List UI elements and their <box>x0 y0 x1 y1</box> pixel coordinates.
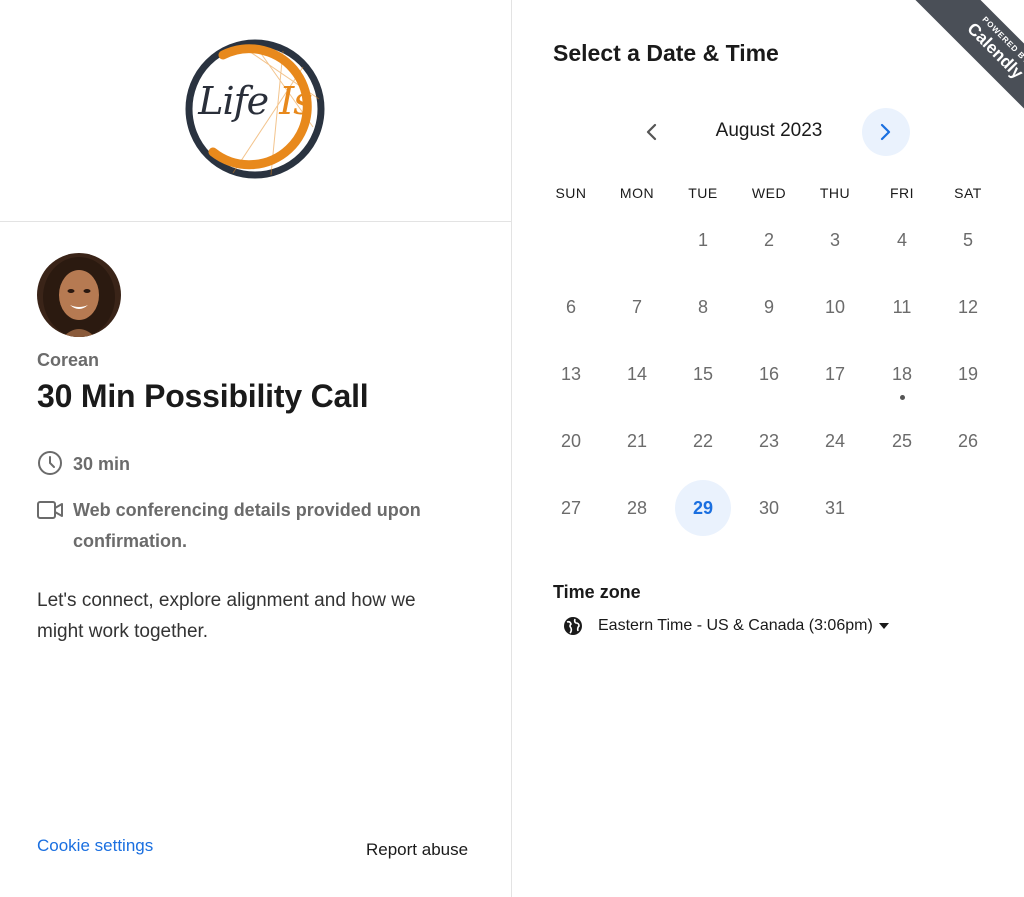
timezone-label: Time zone <box>553 582 641 602</box>
clock-icon <box>37 450 63 476</box>
weekday-label: WED <box>751 185 787 201</box>
calendar-day: 3 <box>829 229 840 250</box>
chevron-left-icon <box>646 123 657 141</box>
conferencing-row: Web conferencing details provided upon c… <box>37 495 477 557</box>
today-indicator-dot <box>899 395 905 400</box>
calendar-day: 16 <box>758 363 780 384</box>
booking-card: Life Is Corean 30 Min Possibility Call 3… <box>0 0 1024 897</box>
calendar-day: 21 <box>626 430 648 451</box>
host-name: Corean <box>37 350 100 370</box>
calendar-day: 7 <box>631 296 642 317</box>
calendar-day: 24 <box>824 430 846 451</box>
conferencing-text: Web conferencing details provided upon c… <box>73 500 421 551</box>
weekday-label: THU <box>819 185 851 201</box>
calendar-day: 5 <box>962 229 973 250</box>
calendar-day: 22 <box>692 430 714 451</box>
calendar-day: 30 <box>758 497 780 518</box>
calendar-day: 18 <box>891 363 913 384</box>
calendar-day: 10 <box>824 296 846 317</box>
video-camera-icon <box>37 497 63 523</box>
logo-word-life: Life <box>198 79 269 123</box>
globe-icon <box>563 616 583 636</box>
calendar-day: 25 <box>891 430 913 451</box>
calendar-day: 15 <box>692 363 714 384</box>
calendar-day: 2 <box>763 229 774 250</box>
calendar-day: 31 <box>824 497 846 518</box>
calendar-day: 9 <box>763 296 774 317</box>
calendar-day: 6 <box>565 296 576 317</box>
calendar-day: 1 <box>697 229 708 250</box>
event-details-panel: Life Is Corean 30 Min Possibility Call 3… <box>0 0 512 897</box>
scheduler-heading: Select a Date & Time <box>553 40 779 66</box>
calendar-day: 27 <box>560 497 582 518</box>
chevron-right-icon <box>880 123 891 141</box>
calendar-day: 26 <box>957 430 979 451</box>
host-avatar <box>37 253 121 337</box>
calendar-day: 23 <box>758 430 780 451</box>
calendar-day: 28 <box>626 497 648 518</box>
duration-text: 30 min <box>73 454 131 474</box>
weekday-label: TUE <box>688 185 718 201</box>
calendar-day-selected[interactable]: 29 <box>675 480 731 536</box>
brand-logo: Life Is <box>183 37 327 181</box>
event-description: Let's connect, explore alignment and how… <box>37 590 416 642</box>
weekday-label: FRI <box>889 185 915 201</box>
duration-row: 30 min <box>37 450 130 478</box>
weekday-label: SAT <box>954 185 982 201</box>
scheduler-panel: Select a Date & Time August 2023 Time zo… <box>512 0 1024 897</box>
calendar-day: 14 <box>626 363 648 384</box>
timezone-value: Eastern Time - US & Canada (3:06pm) <box>598 617 873 634</box>
calendar-day: 17 <box>824 363 846 384</box>
cookie-settings-link[interactable]: Cookie settings <box>37 836 153 856</box>
calendar-day: 8 <box>697 296 708 317</box>
month-label: August 2023 <box>715 120 823 141</box>
calendar-day: 19 <box>957 363 979 384</box>
brand-header: Life Is <box>0 0 511 222</box>
report-abuse-link[interactable]: Report abuse <box>366 840 468 860</box>
weekday-label: SUN <box>555 185 587 201</box>
caret-down-icon <box>878 623 889 629</box>
powered-by-ribbon[interactable]: POWERED BY Calendly <box>894 0 1024 130</box>
previous-month-button[interactable] <box>627 107 675 157</box>
weekday-label: MON <box>619 185 655 201</box>
event-title: 30 Min Possibility Call <box>37 378 369 414</box>
ribbon-brand-text: Calendly <box>963 18 1024 83</box>
calendar-day: 13 <box>560 363 582 384</box>
calendar-day: 12 <box>957 296 979 317</box>
calendar-day: 4 <box>896 229 907 250</box>
calendar-day: 11 <box>892 296 912 317</box>
calendar-day: 20 <box>560 430 582 451</box>
timezone-select[interactable]: Eastern Time - US & Canada (3:06pm) <box>563 616 889 636</box>
logo-word-is: Is <box>279 79 313 123</box>
